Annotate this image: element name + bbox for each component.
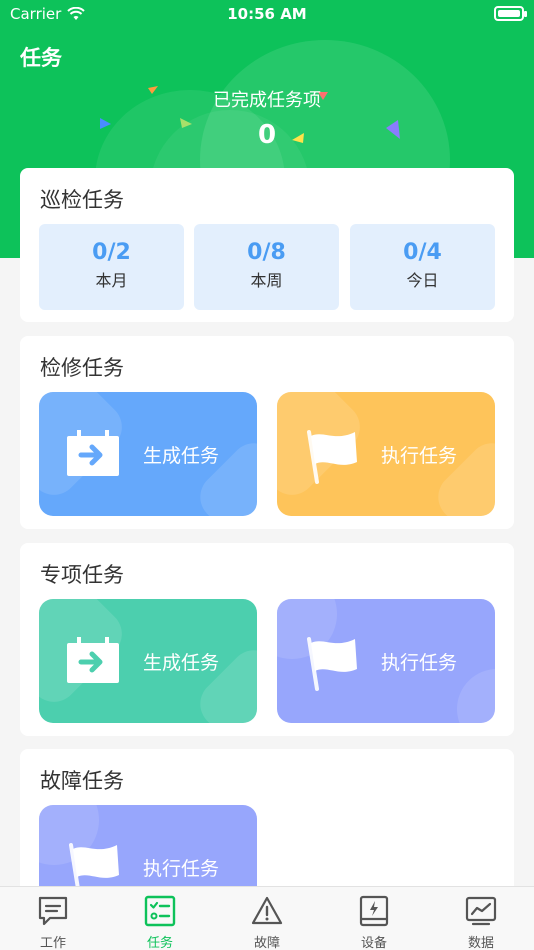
tab-tasks[interactable]: 任务 <box>107 887 213 950</box>
tile-label: 生成任务 <box>143 445 220 467</box>
message-icon <box>38 896 68 926</box>
fault-title: 故障任务 <box>40 769 124 793</box>
stat-value: 0/8 <box>247 240 286 265</box>
tab-label: 故障 <box>253 936 280 950</box>
tab-label: 设备 <box>360 936 387 950</box>
maintenance-card: 检修任务 生成任务 执行任务 <box>20 336 514 529</box>
warning-icon <box>251 896 283 925</box>
tile-label: 执行任务 <box>381 652 458 674</box>
stat-label: 今日 <box>406 271 439 290</box>
maintenance-generate-button[interactable]: 生成任务 <box>39 392 257 516</box>
stat-today[interactable]: 0/4 今日 <box>350 224 495 310</box>
maintenance-execute-button[interactable]: 执行任务 <box>277 392 495 516</box>
completed-tasks-label: 已完成任务项 <box>213 90 321 111</box>
tab-devices[interactable]: 设备 <box>321 887 427 950</box>
status-time: 10:56 AM <box>227 5 307 23</box>
task-list-icon <box>144 895 176 927</box>
stat-value: 0/4 <box>403 240 442 265</box>
tab-label: 数据 <box>467 936 494 950</box>
maintenance-title: 检修任务 <box>40 356 124 380</box>
completed-tasks-count: 0 <box>257 120 277 150</box>
stat-label: 本月 <box>95 271 128 290</box>
tab-faults[interactable]: 故障 <box>214 887 320 950</box>
stat-value: 0/2 <box>92 240 131 265</box>
calendar-arrow-icon <box>67 430 119 476</box>
tile-label: 执行任务 <box>381 445 458 467</box>
stat-week[interactable]: 0/8 本周 <box>194 224 339 310</box>
tile-label: 执行任务 <box>143 858 220 880</box>
tab-label: 工作 <box>39 936 66 950</box>
tile-label: 生成任务 <box>143 652 220 674</box>
fault-card: 故障任务 执行任务 <box>20 749 514 929</box>
device-icon <box>359 895 389 927</box>
page-title: 任务 <box>20 46 62 70</box>
stat-month[interactable]: 0/2 本月 <box>39 224 184 310</box>
chart-icon <box>465 896 497 926</box>
tab-label: 任务 <box>146 936 173 950</box>
tab-work[interactable]: 工作 <box>0 887 106 950</box>
special-title: 专项任务 <box>40 563 124 587</box>
inspection-card: 巡检任务 0/2 本月 0/8 本周 0/4 今日 <box>20 168 514 322</box>
flag-icon <box>307 637 357 691</box>
special-card: 专项任务 生成任务 执行任务 <box>20 543 514 736</box>
tab-bar: 工作 任务 故障 设备 数据 <box>0 886 534 950</box>
status-bar: Carrier 10:56 AM <box>0 0 534 28</box>
calendar-arrow-icon <box>67 637 119 683</box>
battery-icon <box>494 6 527 21</box>
inspection-title: 巡检任务 <box>40 188 124 212</box>
stat-label: 本周 <box>250 271 283 290</box>
tab-data[interactable]: 数据 <box>428 887 534 950</box>
special-generate-button[interactable]: 生成任务 <box>39 599 257 723</box>
flag-icon <box>307 430 357 484</box>
special-execute-button[interactable]: 执行任务 <box>277 599 495 723</box>
